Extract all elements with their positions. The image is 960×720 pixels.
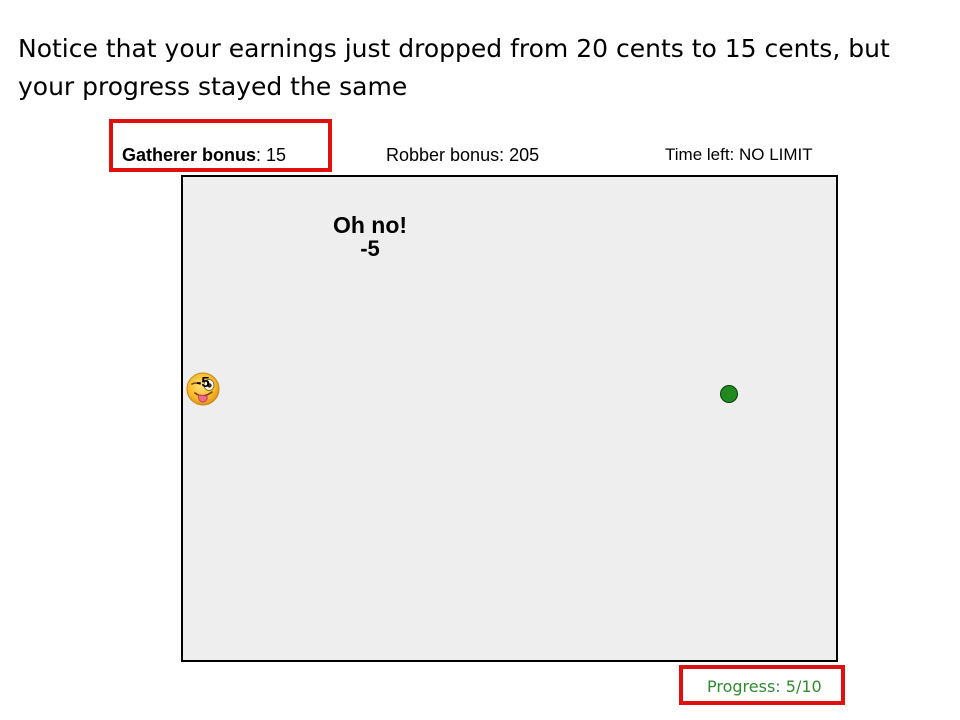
instruction-text: Notice that your earnings just dropped f… xyxy=(18,34,890,101)
player-avatar[interactable]: -5 xyxy=(186,372,220,406)
gatherer-bonus-label: Gatherer bonus xyxy=(122,145,257,165)
progress-indicator: Progress: 5/10 xyxy=(707,677,822,696)
feedback-title: Oh no! xyxy=(332,212,408,238)
robber-bonus: Robber bonus: 205 xyxy=(386,145,540,165)
feedback-message: Oh no! -5 xyxy=(320,212,420,260)
resource-dot[interactable] xyxy=(720,385,738,403)
feedback-delta: -5 xyxy=(360,236,380,261)
player-value-label: -5 xyxy=(196,374,210,391)
gatherer-bonus-value: : 15 xyxy=(256,145,287,165)
tutorial-slide: Notice that your earnings just dropped f… xyxy=(0,0,960,720)
gatherer-bonus: Gatherer bonus: 15 xyxy=(122,145,286,166)
time-left: Time left: NO LIMIT xyxy=(665,145,813,164)
game-arena[interactable] xyxy=(181,175,838,662)
